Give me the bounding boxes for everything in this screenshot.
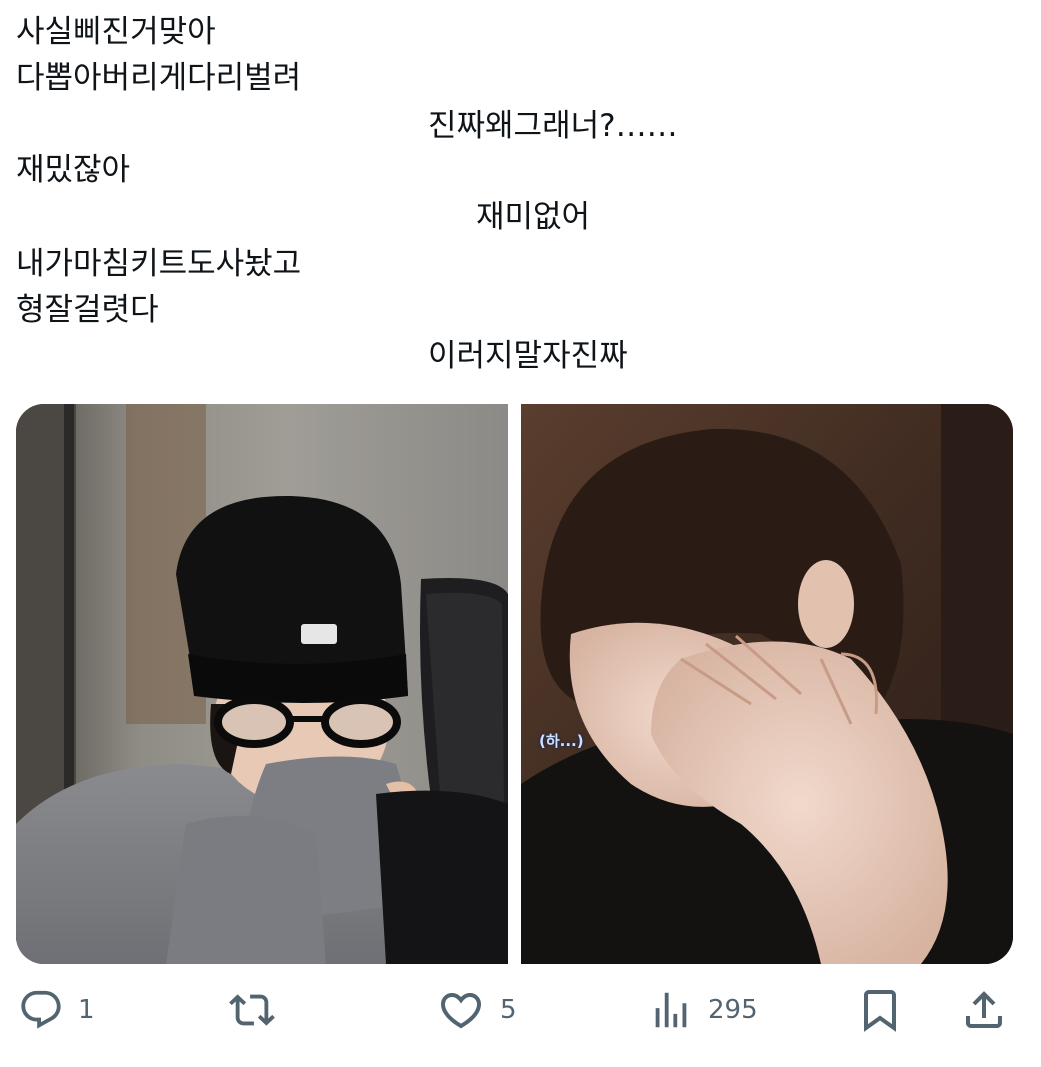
share-button[interactable] [960, 980, 1008, 1040]
heart-icon [440, 993, 482, 1029]
tweet-line-3: 진짜왜그래너?…… [428, 108, 678, 144]
share-icon [966, 991, 1002, 1028]
tweet-line-8: 이러지말자진짜 [428, 338, 628, 374]
views-button[interactable]: 295 [648, 980, 758, 1040]
video-caption: (하...) [539, 732, 584, 750]
views-count: 295 [708, 995, 758, 1025]
tweet-action-bar: 1 5 295 [0, 980, 1041, 1040]
reply-count: 1 [78, 995, 95, 1025]
like-count: 5 [500, 995, 517, 1025]
media-image-left[interactable] [16, 404, 508, 964]
views-icon [655, 992, 687, 1028]
tweet-line-1: 사실삐진거맞아 [16, 14, 216, 50]
bookmark-button[interactable] [856, 980, 904, 1040]
tweet-line-5: 재미없어 [476, 199, 591, 235]
beanie-person-illustration [16, 404, 508, 964]
like-button[interactable]: 5 [436, 980, 517, 1040]
tweet-line-4: 재밌잖아 [16, 152, 131, 188]
face-in-hand-person-illustration [521, 404, 1013, 964]
retweet-button[interactable] [226, 980, 292, 1040]
reply-button[interactable]: 1 [18, 980, 95, 1040]
bookmark-icon [864, 990, 896, 1032]
tweet-media[interactable]: (하...) [16, 404, 1013, 964]
reply-icon [21, 990, 61, 1029]
tweet-line-7: 형잘걸렷다 [16, 292, 159, 328]
tweet-line-2: 다뽑아버리게다리벌려 [16, 60, 302, 96]
tweet-line-6: 내가마침키트도사놨고 [16, 246, 302, 282]
retweet-icon [229, 994, 275, 1026]
media-image-right[interactable]: (하...) [521, 404, 1013, 964]
